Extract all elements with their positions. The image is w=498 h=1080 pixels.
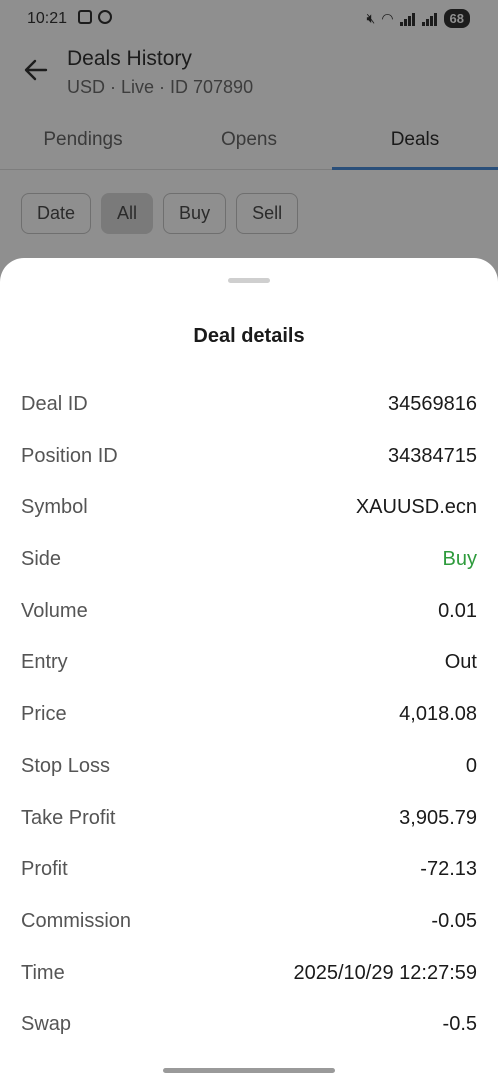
detail-value: 0: [465, 754, 477, 777]
detail-label: Symbol: [21, 496, 88, 519]
screenshot-icon: [78, 10, 92, 24]
filter-sell-chip[interactable]: Sell: [236, 193, 299, 234]
detail-row-deal-id: Deal ID 34569816: [0, 379, 498, 431]
detail-row-take-profit: Take Profit 3,905.79: [0, 793, 498, 845]
detail-value: 2025/10/29 12:27:59: [293, 961, 477, 984]
detail-label: Price: [21, 703, 67, 726]
filter-all-chip[interactable]: All: [101, 193, 154, 234]
detail-value: -72.13: [420, 858, 477, 881]
signal-icon: [399, 12, 416, 26]
detail-label: Swap: [21, 1013, 72, 1036]
filter-date-chip[interactable]: Date: [21, 193, 92, 234]
detail-row-commission: Commission -0.05: [0, 896, 498, 948]
detail-row-swap: Swap -0.5: [0, 999, 498, 1051]
status-notification-icons: [78, 10, 112, 24]
detail-row-profit: Profit -72.13: [0, 844, 498, 896]
detail-value: 34384715: [388, 444, 477, 467]
detail-label: Volume: [21, 599, 88, 622]
mute-icon: 🔇︎: [366, 10, 376, 26]
detail-value: 3,905.79: [399, 806, 477, 829]
sheet-drag-handle[interactable]: [228, 278, 270, 283]
detail-label: Side: [21, 548, 62, 571]
sheet-title: Deal details: [193, 325, 305, 347]
detail-label: Deal ID: [21, 393, 88, 415]
back-arrow-icon[interactable]: [22, 56, 50, 84]
tab-bar: Pendings Opens Deals: [0, 118, 498, 170]
detail-label: Take Profit: [21, 806, 116, 829]
detail-row-price: Price 4,018.08: [0, 689, 498, 741]
detail-value: 0.01: [438, 599, 477, 622]
page-title: Deals History: [67, 47, 192, 70]
detail-row-stop-loss: Stop Loss 0: [0, 741, 498, 793]
filter-buy-chip[interactable]: Buy: [163, 193, 227, 234]
filter-chips: Date All Buy Sell: [21, 193, 299, 234]
detail-value: 4,018.08: [399, 703, 477, 726]
status-time: 10:21: [27, 10, 68, 27]
detail-value: Out: [444, 651, 477, 674]
deal-details-sheet: Deal details Deal ID 34569816 Position I…: [0, 258, 498, 1080]
wifi-icon: ◠: [381, 10, 394, 26]
detail-row-entry: Entry Out: [0, 637, 498, 689]
detail-row-symbol: Symbol XAUUSD.ecn: [0, 482, 498, 534]
tab-pendings[interactable]: Pendings: [0, 118, 166, 170]
status-right-icons: 🔇︎ ◠ 68: [366, 9, 470, 28]
detail-value: XAUUSD.ecn: [355, 496, 477, 519]
detail-value: -0.05: [431, 909, 477, 932]
detail-label: Position ID: [21, 444, 118, 467]
side-buy-value: Buy: [442, 548, 477, 571]
detail-value: 34569816: [388, 393, 477, 415]
app-header: Deals History USD · Live · ID 707890: [0, 40, 498, 110]
detail-label: Entry: [21, 651, 68, 674]
detail-row-volume: Volume 0.01: [0, 586, 498, 638]
detail-row-time: Time 2025/10/29 12:27:59: [0, 948, 498, 1000]
deal-details-list: Deal ID 34569816 Position ID 34384715 Sy…: [0, 379, 498, 1051]
account-subtitle: USD · Live · ID 707890: [67, 77, 254, 97]
detail-row-side: Side Buy: [0, 534, 498, 586]
detail-label: Time: [21, 961, 65, 984]
detail-label: Stop Loss: [21, 754, 110, 777]
gesture-nav-bar[interactable]: [163, 1068, 335, 1073]
detail-label: Profit: [21, 858, 68, 881]
chrome-icon: [98, 10, 112, 24]
signal-icon-2: [421, 12, 438, 26]
status-bar: 10:21 🔇︎ ◠ 68: [0, 0, 498, 38]
battery-icon: 68: [443, 9, 470, 28]
detail-row-position-id: Position ID 34384715: [0, 431, 498, 483]
detail-label: Commission: [21, 909, 132, 932]
detail-value: -0.5: [442, 1013, 477, 1036]
tab-opens[interactable]: Opens: [166, 118, 332, 170]
tab-deals[interactable]: Deals: [332, 118, 498, 170]
